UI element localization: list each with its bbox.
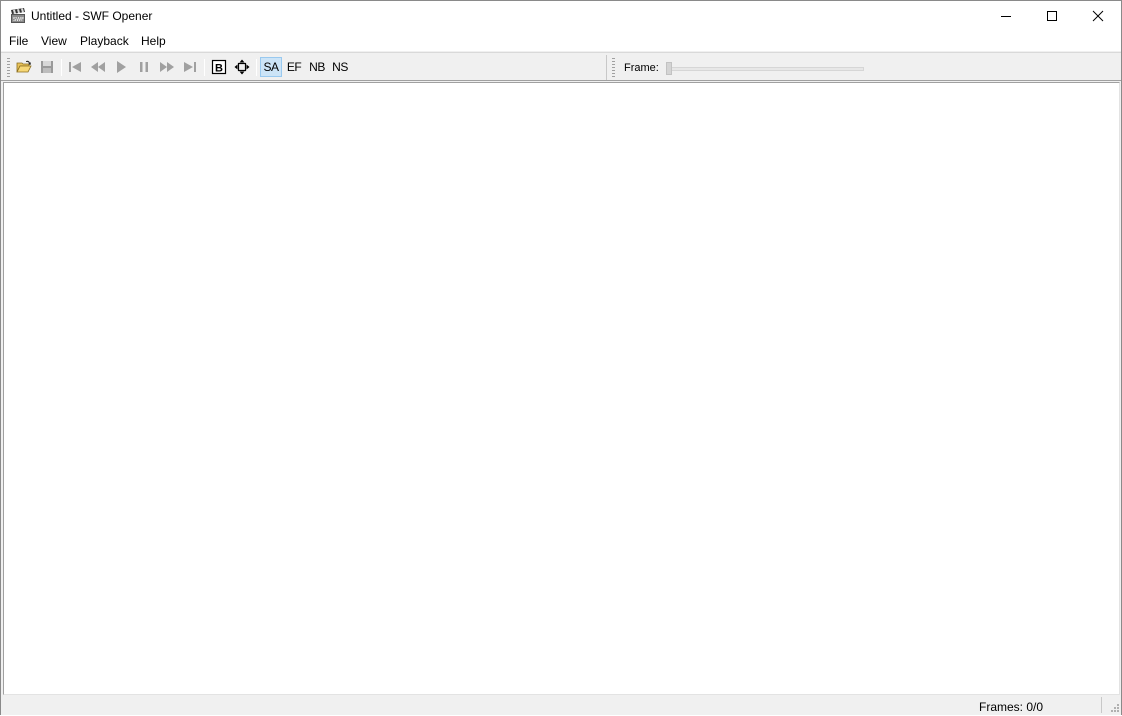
- menu-file[interactable]: File: [9, 34, 28, 48]
- open-button[interactable]: [13, 57, 35, 77]
- first-frame-button[interactable]: [64, 57, 86, 77]
- close-icon: [1092, 10, 1104, 22]
- skip-start-icon: [69, 62, 81, 72]
- menu-playback[interactable]: Playback: [80, 34, 129, 48]
- save-button[interactable]: [36, 57, 58, 77]
- minimize-button[interactable]: [983, 1, 1029, 31]
- close-button[interactable]: [1075, 1, 1121, 31]
- scale-nb-button[interactable]: NB: [306, 57, 328, 77]
- pause-button[interactable]: [133, 57, 155, 77]
- menu-help[interactable]: Help: [141, 34, 166, 48]
- boxed-b-icon: B: [211, 59, 227, 75]
- last-frame-button[interactable]: [179, 57, 201, 77]
- svg-text:B: B: [215, 63, 223, 75]
- scale-ns-button[interactable]: NS: [329, 57, 351, 77]
- move-arrows-icon: [234, 59, 250, 75]
- frames-counter: Frames: 0/0: [979, 700, 1044, 714]
- play-icon: [117, 61, 126, 73]
- maximize-icon: [1047, 11, 1057, 21]
- rewind-button[interactable]: [87, 57, 109, 77]
- open-folder-icon: [16, 60, 32, 73]
- app-window: SWF Untitled - SWF Opener File View Play…: [0, 0, 1122, 715]
- minimize-icon: [1001, 16, 1011, 17]
- pause-icon: [140, 62, 148, 72]
- scale-sa-button[interactable]: SA: [260, 57, 282, 77]
- menu-bar: File View Playback Help: [1, 31, 1121, 51]
- scale-sa-label: SA: [263, 60, 279, 74]
- menu-view[interactable]: View: [41, 34, 67, 48]
- scale-ef-button[interactable]: EF: [283, 57, 305, 77]
- frame-label: Frame:: [624, 62, 659, 74]
- clapperboard-icon: SWF: [10, 8, 26, 24]
- resize-grip-icon[interactable]: [1108, 701, 1120, 713]
- border-button[interactable]: B: [208, 57, 230, 77]
- rewind-icon: [91, 62, 105, 72]
- title-bar[interactable]: SWF Untitled - SWF Opener: [1, 1, 1121, 31]
- fit-button[interactable]: [231, 57, 253, 77]
- frame-toolbar-grip[interactable]: [612, 58, 615, 78]
- status-bar: Frames: 0/0: [1, 695, 1121, 715]
- maximize-button[interactable]: [1029, 1, 1075, 31]
- scale-ef-label: EF: [286, 60, 302, 74]
- status-separator: [1101, 697, 1102, 713]
- fast-forward-icon: [160, 62, 174, 72]
- forward-button[interactable]: [156, 57, 178, 77]
- play-button[interactable]: [110, 57, 132, 77]
- flash-stage[interactable]: [3, 82, 1120, 695]
- frame-slider-thumb[interactable]: [666, 62, 672, 75]
- save-disk-icon: [41, 61, 53, 73]
- frame-slider-track[interactable]: [667, 67, 864, 71]
- skip-end-icon: [184, 62, 196, 72]
- scale-ns-label: NS: [332, 60, 348, 74]
- toolbar-separator: [204, 59, 205, 76]
- main-toolbar: B SA EF NB NS: [4, 55, 607, 80]
- toolbar-separator: [256, 59, 257, 76]
- svg-text:SWF: SWF: [13, 17, 24, 23]
- window-title: Untitled - SWF Opener: [31, 9, 153, 23]
- toolbar-separator: [61, 59, 62, 76]
- scale-nb-label: NB: [309, 60, 325, 74]
- toolbar-band: B SA EF NB NS Frame:: [1, 52, 1121, 81]
